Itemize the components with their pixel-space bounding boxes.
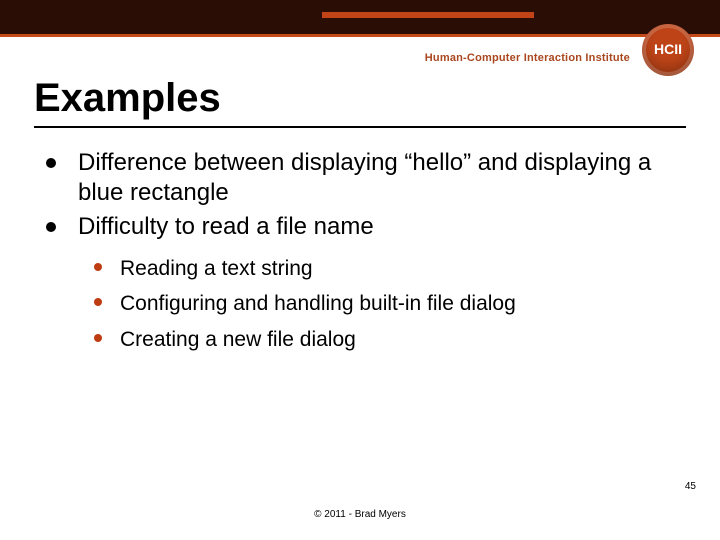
- org-label: Human-Computer Interaction Institute: [425, 52, 630, 64]
- bullet-icon: [46, 222, 56, 232]
- sub-list: Reading a text string Configuring and ha…: [94, 254, 660, 354]
- footer-copyright: © 2011 - Brad Myers: [0, 509, 720, 520]
- bullet-text: Difficulty to read a file name: [78, 212, 374, 242]
- bullet-icon: [94, 334, 102, 342]
- header-stripe: [0, 34, 720, 37]
- org-seal-icon: HCII: [642, 24, 694, 76]
- bullet-icon: [46, 158, 56, 168]
- header-accent-rule: [322, 12, 534, 18]
- list-item: Reading a text string: [94, 254, 660, 283]
- page-number: 45: [685, 481, 696, 492]
- title-underline: [34, 126, 686, 128]
- slide: Human-Computer Interaction Institute HCI…: [0, 0, 720, 540]
- list-item: Configuring and handling built-in file d…: [94, 289, 660, 318]
- list-item: Creating a new file dialog: [94, 325, 660, 354]
- org-seal-text: HCII: [654, 41, 682, 57]
- list-item: Difficulty to read a file name: [46, 212, 660, 242]
- bullet-text: Configuring and handling built-in file d…: [120, 289, 516, 318]
- bullet-icon: [94, 263, 102, 271]
- bullet-text: Reading a text string: [120, 254, 313, 283]
- content-area: Difference between displaying “hello” an…: [46, 148, 660, 360]
- bullet-text: Difference between displaying “hello” an…: [78, 148, 660, 208]
- bullet-icon: [94, 298, 102, 306]
- list-item: Difference between displaying “hello” an…: [46, 148, 660, 208]
- bullet-text: Creating a new file dialog: [120, 325, 356, 354]
- slide-title: Examples: [34, 76, 221, 121]
